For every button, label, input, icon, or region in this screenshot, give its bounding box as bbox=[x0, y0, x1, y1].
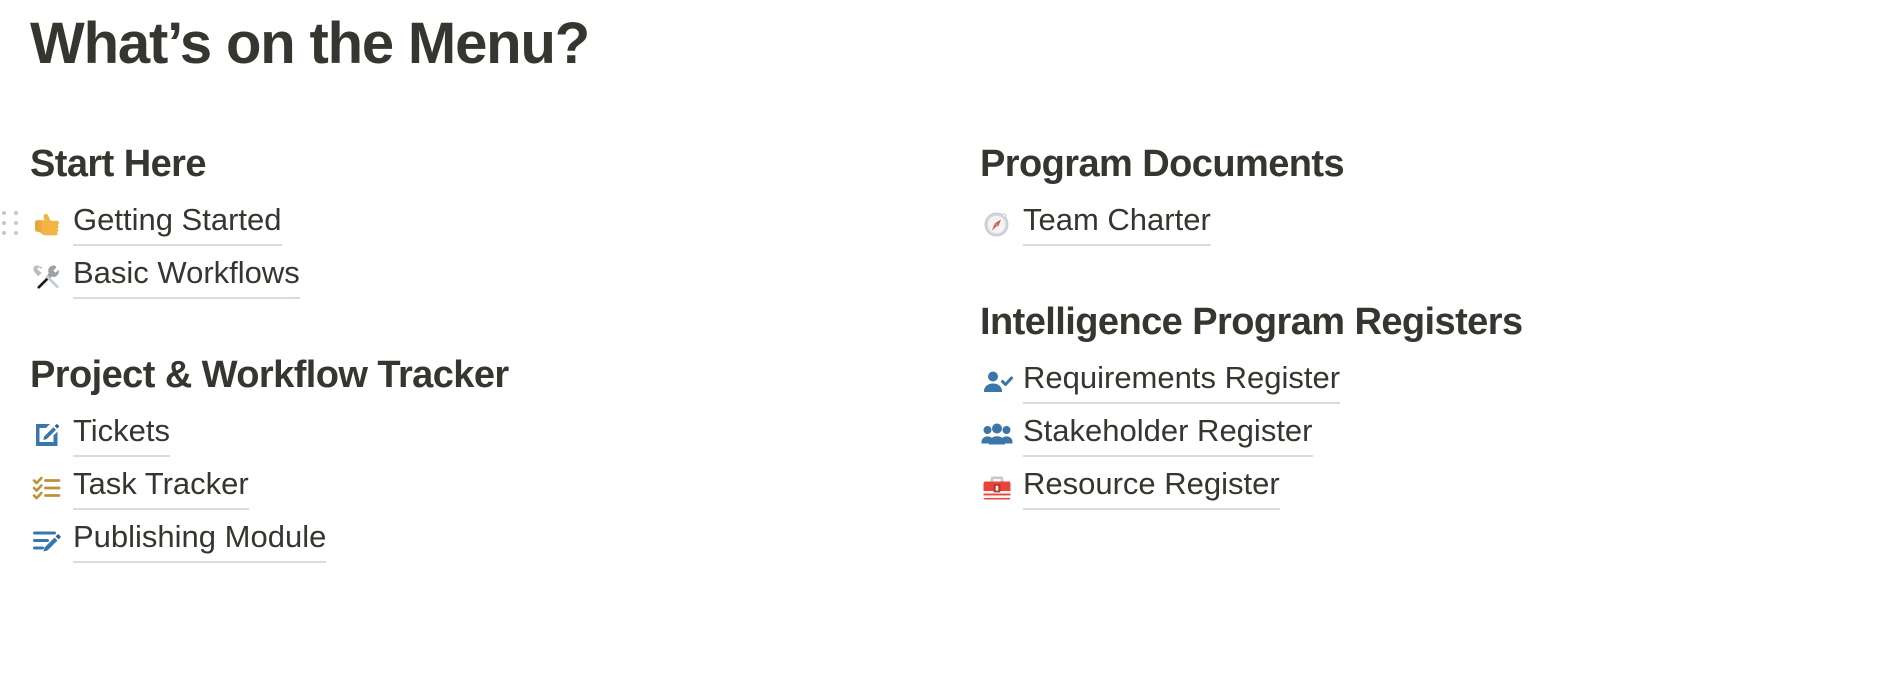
section-heading-start-here: Start Here bbox=[30, 143, 207, 185]
compass-icon bbox=[980, 207, 1014, 241]
section-heading-intelligence-program-registers: Intelligence Program Registers bbox=[980, 301, 1523, 343]
pointing-right-hand-icon bbox=[30, 207, 64, 241]
checklist-icon bbox=[30, 471, 64, 505]
section-heading-project-workflow-tracker: Project & Workflow Tracker bbox=[30, 354, 509, 396]
toolbox-icon bbox=[980, 471, 1014, 505]
link-row-resource-register[interactable]: Resource Register bbox=[980, 461, 1886, 514]
link-row-basic-workflows[interactable]: Basic Workflows bbox=[30, 250, 945, 303]
link-row-task-tracker[interactable]: Task Tracker bbox=[30, 461, 945, 514]
link-row-tickets[interactable]: Tickets bbox=[30, 408, 945, 461]
link-label[interactable]: Resource Register bbox=[1023, 465, 1280, 510]
memo-pencil-square-icon bbox=[30, 418, 64, 452]
drag-handle-dot bbox=[14, 220, 18, 225]
link-row-stakeholder-register[interactable]: Stakeholder Register bbox=[980, 408, 1886, 461]
column-right: Program Documents Team Charter Intellige… bbox=[945, 140, 1886, 514]
link-label[interactable]: Tickets bbox=[73, 412, 171, 457]
column-list: Start Here Getting Started Basic Workflo… bbox=[0, 140, 1886, 567]
column-left: Start Here Getting Started Basic Workflo… bbox=[0, 140, 945, 567]
people-group-icon bbox=[980, 418, 1014, 452]
section-program-documents: Program Documents Team Charter bbox=[980, 140, 1886, 250]
link-label[interactable]: Task Tracker bbox=[73, 465, 249, 510]
link-row-getting-started[interactable]: Getting Started bbox=[2, 197, 945, 250]
page-root: What’s on the Menu? Start Here Getting S… bbox=[0, 0, 1886, 684]
link-row-publishing-module[interactable]: Publishing Module bbox=[30, 514, 945, 567]
person-check-icon bbox=[980, 365, 1014, 399]
link-label[interactable]: Basic Workflows bbox=[73, 254, 300, 299]
section-heading-program-documents: Program Documents bbox=[980, 143, 1345, 185]
hammer-and-wrench-icon bbox=[30, 260, 64, 294]
page-title: What’s on the Menu? bbox=[30, 11, 590, 76]
drag-handle[interactable] bbox=[2, 210, 20, 237]
edit-lines-pencil-icon bbox=[30, 524, 64, 558]
drag-handle-dot bbox=[2, 231, 6, 236]
drag-handle-dot bbox=[14, 231, 18, 236]
drag-handle-dot bbox=[2, 210, 6, 215]
link-label[interactable]: Team Charter bbox=[1023, 201, 1211, 246]
link-row-team-charter[interactable]: Team Charter bbox=[980, 197, 1886, 250]
link-label[interactable]: Getting Started bbox=[73, 201, 282, 246]
section-start-here: Start Here Getting Started Basic Workflo… bbox=[2, 140, 945, 303]
drag-handle-dot bbox=[14, 210, 18, 215]
drag-handle-dot bbox=[2, 220, 6, 225]
link-row-requirements-register[interactable]: Requirements Register bbox=[980, 355, 1886, 408]
section-project-workflow-tracker: Project & Workflow Tracker Tickets Task … bbox=[30, 351, 945, 567]
link-label[interactable]: Requirements Register bbox=[1023, 359, 1341, 404]
link-label[interactable]: Publishing Module bbox=[73, 518, 327, 563]
section-intelligence-program-registers: Intelligence Program Registers Requireme… bbox=[980, 298, 1886, 514]
link-label[interactable]: Stakeholder Register bbox=[1023, 412, 1313, 457]
